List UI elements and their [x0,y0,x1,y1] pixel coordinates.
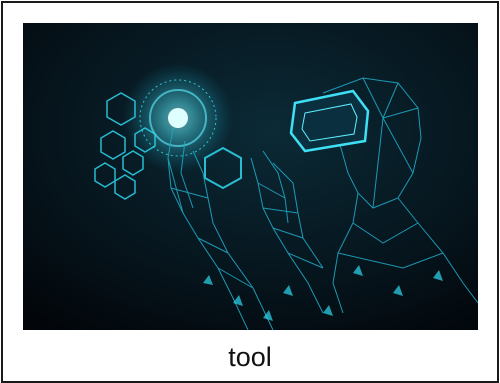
vr-illustration [23,23,478,330]
vr-scene-image [23,23,478,330]
flashcard: tool [1,1,499,383]
touch-glow [123,63,233,173]
card-caption: tool [228,342,272,372]
